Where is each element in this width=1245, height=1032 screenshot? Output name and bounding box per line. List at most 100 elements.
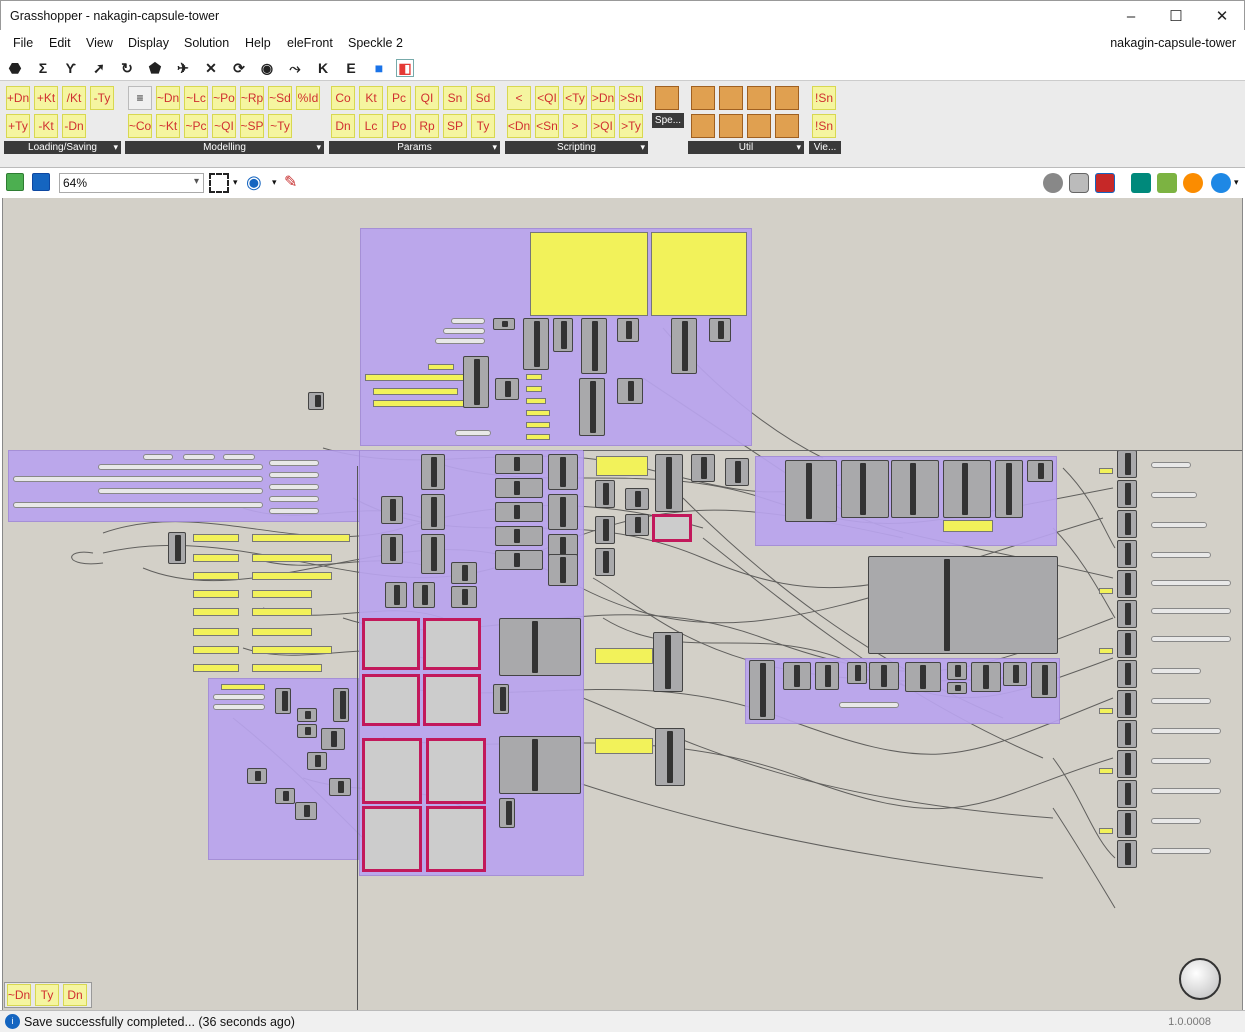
grasshopper-component[interactable] (523, 318, 549, 370)
ribbon-button[interactable]: Pc (387, 86, 411, 110)
grasshopper-component[interactable] (1117, 600, 1137, 628)
ribbon-button[interactable]: Dn (331, 114, 355, 138)
ribbon-button[interactable]: +Kt (34, 86, 58, 110)
ribbon-button[interactable]: < (507, 86, 531, 110)
number-slider[interactable] (1151, 788, 1221, 794)
grasshopper-component[interactable] (655, 454, 683, 512)
grasshopper-component[interactable] (1117, 510, 1137, 538)
mesh-tab-icon[interactable]: ✈ (174, 59, 192, 77)
mesh-settings-icon[interactable] (1157, 173, 1177, 193)
grasshopper-component[interactable] (691, 454, 715, 482)
text-panel[interactable] (526, 422, 550, 428)
ribbon-button[interactable]: %Id (296, 86, 320, 110)
open-file-icon[interactable] (6, 173, 24, 191)
grasshopper-component[interactable] (297, 708, 317, 722)
grasshopper-component[interactable] (381, 496, 403, 524)
grasshopper-component[interactable] (725, 458, 749, 486)
menu-help[interactable]: Help (245, 36, 271, 50)
intersect-tab-icon[interactable]: ✕ (202, 59, 220, 77)
grasshopper-component[interactable] (495, 478, 543, 498)
text-panel[interactable] (193, 664, 239, 672)
text-panel[interactable] (526, 386, 542, 392)
grasshopper-component[interactable] (595, 516, 615, 544)
speckle-box-icon[interactable] (655, 86, 679, 110)
grasshopper-component[interactable] (1117, 450, 1137, 478)
grasshopper-component[interactable] (499, 618, 581, 676)
text-panel[interactable] (221, 684, 265, 690)
chevron-down-icon[interactable]: ▾ (233, 177, 238, 188)
panel-label[interactable]: Util ▾ (688, 141, 804, 154)
grasshopper-component[interactable] (709, 318, 731, 342)
number-slider[interactable] (223, 454, 255, 460)
vector-tab-icon[interactable]: ➚ (90, 59, 108, 77)
util-box-icon[interactable] (719, 86, 743, 110)
number-slider[interactable] (269, 460, 319, 466)
text-panel[interactable] (252, 554, 332, 562)
number-slider[interactable] (435, 338, 485, 344)
ribbon-button[interactable]: +Dn (6, 86, 30, 110)
grasshopper-component[interactable] (891, 460, 939, 518)
text-panel[interactable] (252, 572, 332, 580)
util-box-icon[interactable] (775, 114, 799, 138)
chevron-down-icon[interactable]: ▾ (272, 177, 277, 188)
text-panel[interactable] (596, 456, 648, 476)
preview-eye-icon[interactable]: ◉ (246, 172, 262, 193)
ribbon-button[interactable]: >Sn (619, 86, 643, 110)
ribbon-button[interactable]: ~Dn (7, 984, 31, 1006)
text-panel[interactable] (193, 572, 239, 580)
curve-tab-icon[interactable]: ↻ (118, 59, 136, 77)
grasshopper-component[interactable] (1117, 480, 1137, 508)
cluster-component[interactable] (362, 674, 420, 726)
grasshopper-component[interactable] (548, 554, 578, 586)
number-slider[interactable] (451, 318, 485, 324)
util-box-icon[interactable] (691, 86, 715, 110)
sets-tab-icon[interactable]: Ƴ (62, 59, 80, 77)
number-slider[interactable] (183, 454, 215, 460)
grasshopper-component[interactable] (451, 586, 477, 608)
menu-view[interactable]: View (86, 36, 113, 50)
number-slider[interactable] (443, 328, 485, 334)
cluster-component[interactable] (423, 674, 481, 726)
text-panel[interactable] (530, 232, 648, 316)
number-slider[interactable] (143, 454, 173, 460)
text-panel[interactable] (428, 364, 454, 370)
text-panel[interactable] (193, 646, 239, 654)
grasshopper-component[interactable] (548, 494, 578, 530)
grasshopper-component[interactable] (995, 460, 1023, 518)
kangaroo-tab-icon[interactable]: K (314, 59, 332, 77)
text-panel[interactable] (595, 738, 653, 754)
number-slider[interactable] (1151, 492, 1197, 498)
grasshopper-component[interactable] (463, 356, 489, 408)
ribbon-button[interactable]: ~Po (212, 86, 236, 110)
number-slider[interactable] (269, 484, 319, 490)
elefront-tab-icon[interactable]: E (342, 59, 360, 77)
menu-elefront[interactable]: eleFront (287, 36, 333, 50)
ribbon-button[interactable]: <Dn (507, 114, 531, 138)
transform-tab-icon[interactable]: ⟳ (230, 59, 248, 77)
number-slider[interactable] (1151, 668, 1201, 674)
active-plugin-tab-icon[interactable]: ◧ (396, 59, 414, 77)
ribbon-button[interactable]: Sn (443, 86, 467, 110)
ribbon-button[interactable]: Po (387, 114, 411, 138)
grasshopper-component[interactable] (947, 682, 967, 694)
number-slider[interactable] (269, 508, 319, 514)
grasshopper-component[interactable] (815, 662, 839, 690)
ribbon-button[interactable]: Ty (471, 114, 495, 138)
cluster-component[interactable] (362, 618, 420, 670)
number-slider[interactable] (1151, 848, 1211, 854)
grasshopper-component[interactable] (495, 502, 543, 522)
minimize-button[interactable]: – (1116, 5, 1146, 27)
cluster-component[interactable] (362, 738, 422, 804)
menu-display[interactable]: Display (128, 36, 169, 50)
grasshopper-component[interactable] (548, 454, 578, 490)
grasshopper-component[interactable] (499, 736, 581, 794)
grasshopper-component[interactable] (495, 454, 543, 474)
ribbon-button[interactable]: >QI (591, 114, 615, 138)
sketch-brush-icon[interactable]: ✎ (284, 172, 297, 192)
plugin-tab-icon[interactable]: ⤳ (286, 59, 304, 77)
ribbon-button[interactable]: +Ty (6, 114, 30, 138)
cluster-component[interactable] (423, 618, 481, 670)
grasshopper-component[interactable] (295, 802, 317, 820)
maths-tab-icon[interactable]: Σ (34, 59, 52, 77)
grasshopper-component[interactable] (1117, 780, 1137, 808)
